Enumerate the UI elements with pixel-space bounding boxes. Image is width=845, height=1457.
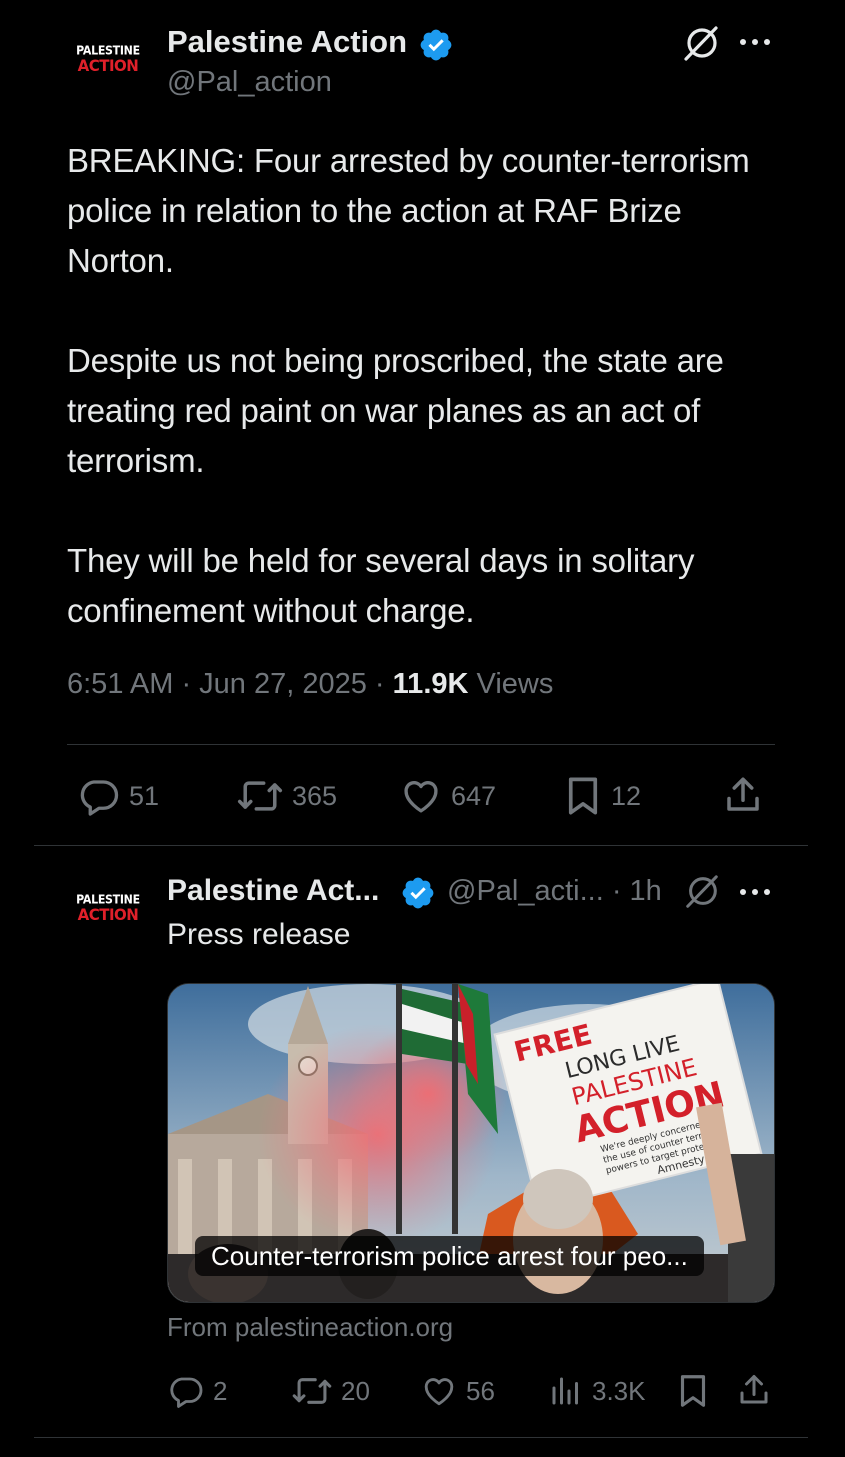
more-icon[interactable] [737, 36, 773, 48]
share-icon [740, 1375, 768, 1404]
avatar-logo-line2: ACTION [77, 905, 139, 925]
repost-icon [292, 1378, 332, 1404]
views-icon [552, 1377, 578, 1405]
reply-count: 2 [213, 1375, 228, 1406]
tweet-paragraph: Despite us not being proscribed, the sta… [67, 342, 724, 479]
like-icon [404, 781, 438, 813]
tweet-meta: 6:51 AM · Jun 27, 2025 · 11.9K Views [67, 668, 553, 701]
share-button[interactable] [721, 774, 765, 816]
views-button[interactable]: 3.3K [548, 1373, 646, 1409]
grok-icon[interactable] [683, 873, 721, 911]
verified-badge-icon [402, 877, 434, 909]
avatar-palestine-action[interactable]: PALESTINE ACTION [68, 892, 148, 933]
card-title: Counter-terrorism police arrest four peo… [195, 1236, 704, 1276]
reply-button[interactable]: 51 [77, 775, 159, 817]
bookmark-icon [680, 1375, 706, 1407]
tweet-paragraph: BREAKING: Four arrested by counter-terro… [67, 142, 750, 279]
repost-button[interactable]: 365 [236, 775, 337, 817]
like-button[interactable]: 647 [399, 775, 496, 817]
avatar-palestine-action[interactable]: PALESTINE ACTION [68, 43, 148, 84]
repost-count: 20 [341, 1375, 370, 1406]
reply-tweet-text: Press release [167, 918, 351, 951]
reply-icon [170, 1377, 203, 1408]
like-icon [424, 1378, 454, 1406]
bookmark-count: 12 [611, 780, 642, 811]
repost-count: 365 [292, 780, 338, 811]
divider [34, 1437, 808, 1438]
reply-button[interactable]: 2 [167, 1373, 227, 1409]
share-icon [727, 777, 759, 811]
views-label: Views [476, 668, 554, 700]
like-count: 647 [451, 780, 497, 811]
views-count: 11.9K [392, 668, 469, 700]
user-handle-and-time[interactable]: @Pal_acti... · 1h [447, 875, 662, 908]
like-button[interactable]: 56 [420, 1373, 495, 1409]
card-source[interactable]: From palestineaction.org [167, 1312, 453, 1343]
divider [67, 744, 775, 745]
like-count: 56 [466, 1375, 495, 1406]
bookmark-button[interactable]: 12 [563, 775, 641, 817]
user-handle[interactable]: @Pal_action [167, 66, 332, 99]
repost-icon [237, 781, 283, 811]
bookmark-icon [568, 777, 598, 815]
tweet-paragraph: They will be held for several days in so… [67, 542, 695, 629]
display-name[interactable]: Palestine Act... [167, 874, 379, 908]
grok-icon[interactable] [681, 24, 721, 64]
bookmark-button[interactable] [676, 1373, 710, 1409]
share-button[interactable] [735, 1372, 773, 1408]
tweet-body: BREAKING: Four arrested by counter-terro… [67, 136, 787, 636]
reply-count: 51 [129, 780, 160, 811]
views-count: 3.3K [592, 1375, 646, 1406]
display-name[interactable]: Palestine Action [167, 24, 407, 60]
link-card[interactable]: FREE LONG LIVE PALESTINE ACTION We're de… [167, 983, 775, 1303]
avatar-logo-line2: ACTION [77, 56, 139, 76]
more-icon[interactable] [737, 886, 773, 898]
tweet-timestamp[interactable]: 6:51 AM · Jun 27, 2025 · [67, 668, 385, 700]
reply-icon [80, 780, 119, 816]
verified-badge-icon [420, 29, 452, 61]
divider [34, 845, 808, 846]
repost-button[interactable]: 20 [291, 1373, 370, 1409]
